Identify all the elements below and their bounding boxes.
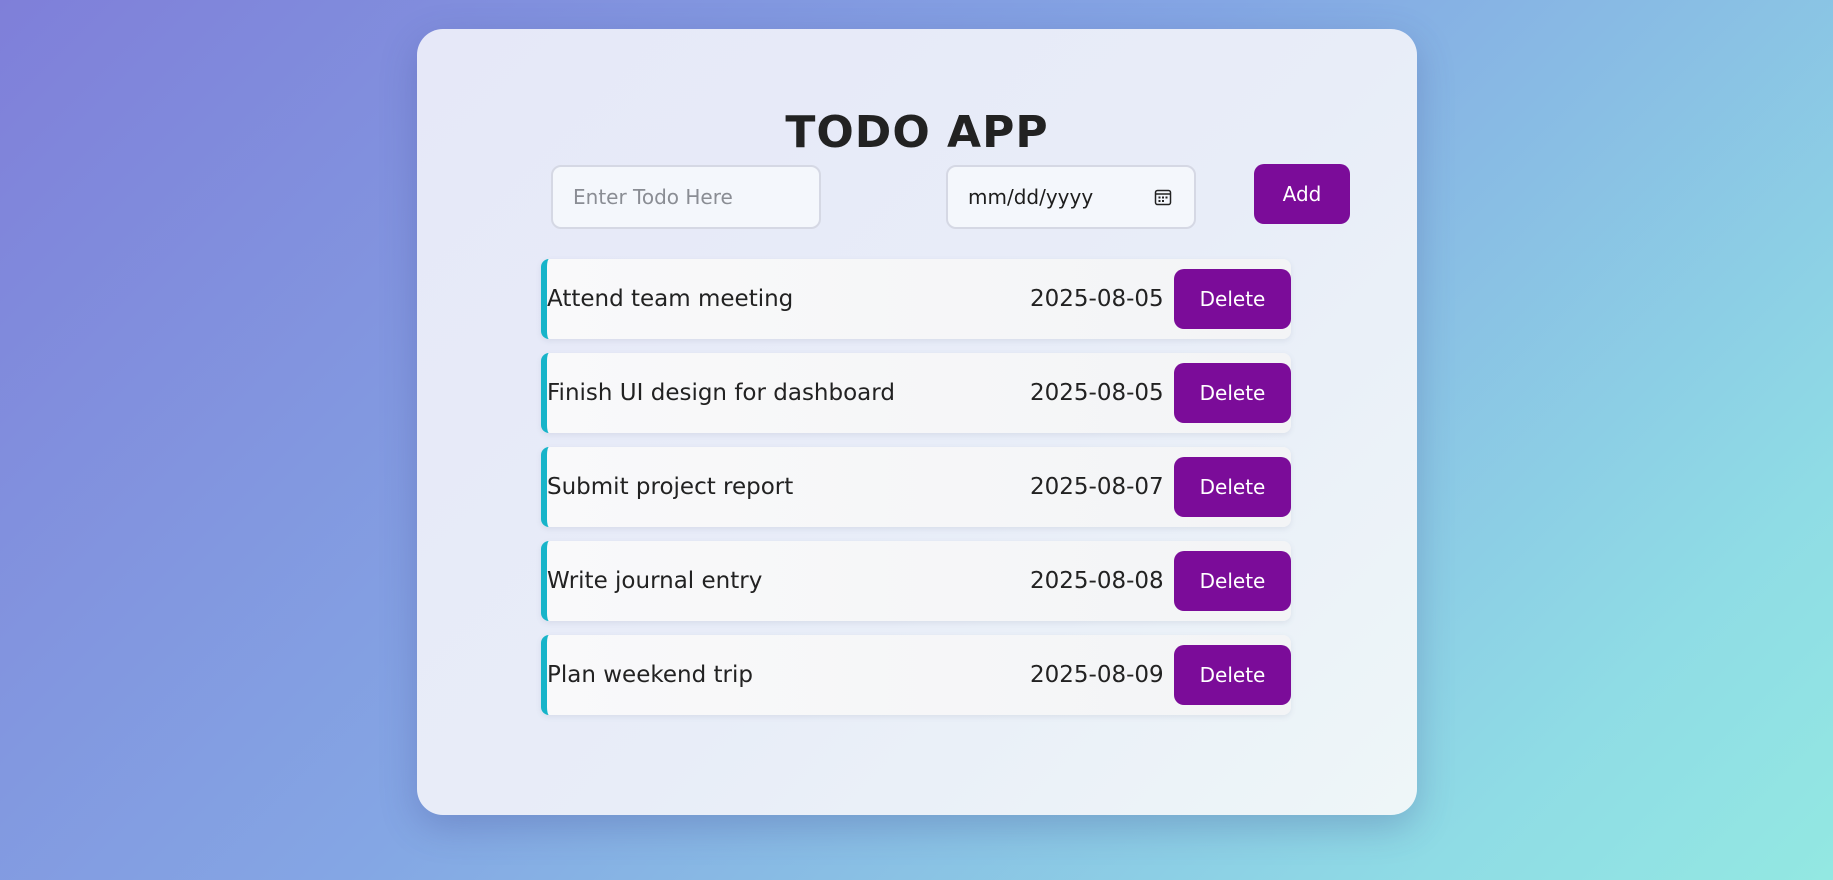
todo-item: Submit project report 2025-08-07 Delete [541, 447, 1291, 527]
delete-button[interactable]: Delete [1174, 269, 1291, 329]
delete-button[interactable]: Delete [1174, 363, 1291, 423]
add-button[interactable]: Add [1254, 164, 1350, 224]
todo-date: 2025-08-08 [1030, 568, 1164, 594]
todo-date: 2025-08-05 [1030, 380, 1164, 406]
todo-text: Attend team meeting [547, 286, 794, 312]
todo-item: Plan weekend trip 2025-08-09 Delete [541, 635, 1291, 715]
todo-card: TODO APP mm/dd/yyyy Add Attend team meet… [417, 29, 1417, 815]
todo-text: Plan weekend trip [547, 662, 753, 688]
delete-button[interactable]: Delete [1174, 551, 1291, 611]
todo-item: Finish UI design for dashboard 2025-08-0… [541, 353, 1291, 433]
calendar-icon[interactable] [1154, 188, 1172, 206]
todo-date: 2025-08-07 [1030, 474, 1164, 500]
date-placeholder: mm/dd/yyyy [968, 185, 1094, 209]
date-input[interactable]: mm/dd/yyyy [946, 165, 1196, 229]
todo-input[interactable] [551, 165, 821, 229]
todo-item: Attend team meeting 2025-08-05 Delete [541, 259, 1291, 339]
todo-text: Write journal entry [547, 568, 763, 594]
todo-list: Attend team meeting 2025-08-05 Delete Fi… [541, 259, 1291, 729]
delete-button[interactable]: Delete [1174, 645, 1291, 705]
todo-item: Write journal entry 2025-08-08 Delete [541, 541, 1291, 621]
delete-button[interactable]: Delete [1174, 457, 1291, 517]
todo-date: 2025-08-05 [1030, 286, 1164, 312]
page-title: TODO APP [785, 107, 1049, 158]
todo-text: Submit project report [547, 474, 794, 500]
todo-date: 2025-08-09 [1030, 662, 1164, 688]
todo-text: Finish UI design for dashboard [547, 380, 895, 406]
